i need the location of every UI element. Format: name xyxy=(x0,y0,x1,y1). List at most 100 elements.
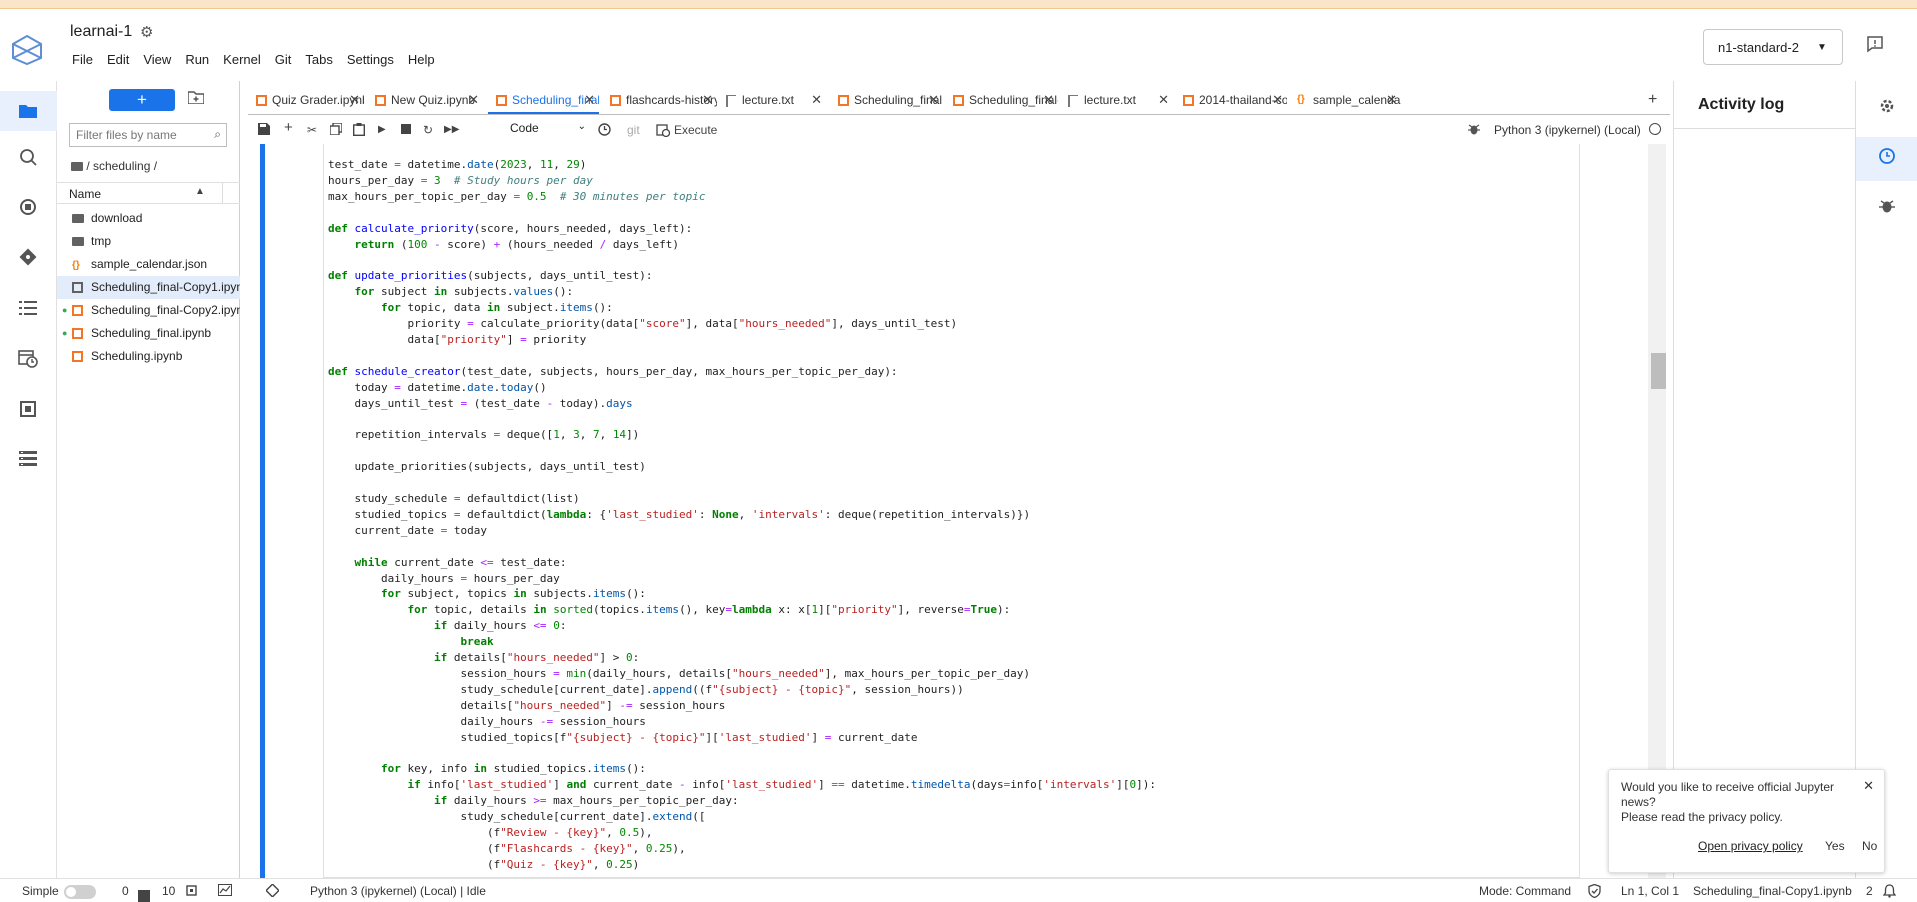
app-logo-icon[interactable] xyxy=(10,33,44,67)
code-line[interactable]: if details["hours_needed"] > 0: xyxy=(328,650,1156,666)
code-line[interactable]: if daily_hours >= max_hours_per_topic_pe… xyxy=(328,793,1156,809)
tab-9[interactable]: {} sample_calendar.j ✕ xyxy=(1289,87,1401,114)
close-icon[interactable]: ✕ xyxy=(1386,87,1397,113)
kernels-count[interactable]: 10 xyxy=(162,884,175,898)
dataproc-clusters-icon[interactable] xyxy=(14,445,42,473)
terminals-count[interactable]: 0 xyxy=(122,884,129,898)
code-line[interactable] xyxy=(328,252,1156,268)
code-line[interactable]: repetition_intervals = deque([1, 3, 7, 1… xyxy=(328,427,1156,443)
close-icon[interactable]: ✕ xyxy=(468,87,479,113)
code-line[interactable]: for topic, data in subject.items(): xyxy=(328,300,1156,316)
resource-usage-icon[interactable] xyxy=(218,884,232,899)
activity-history-icon[interactable] xyxy=(1874,147,1900,173)
code-line[interactable]: details["hours_needed"] -= session_hours xyxy=(328,698,1156,714)
code-line[interactable]: study_schedule[current_date].extend([ xyxy=(328,809,1156,825)
running-kernels-icon[interactable] xyxy=(14,193,42,221)
notebook-scrollbar[interactable] xyxy=(1648,144,1666,878)
close-icon[interactable]: ✕ xyxy=(1863,778,1874,794)
code-line[interactable]: current_date = today xyxy=(328,523,1156,539)
code-line[interactable]: daily_hours = hours_per_day xyxy=(328,571,1156,587)
code-line[interactable]: for key, info in studied_topics.items(): xyxy=(328,761,1156,777)
close-icon[interactable]: ✕ xyxy=(1043,87,1054,113)
insert-cell-icon[interactable]: + xyxy=(284,119,293,136)
code-line[interactable]: break xyxy=(328,634,1156,650)
cut-icon[interactable]: ✂ xyxy=(307,123,317,137)
code-line[interactable]: session_hours = min(daily_hours, details… xyxy=(328,666,1156,682)
kernel-status-text[interactable]: Python 3 (ipykernel) (Local) | Idle xyxy=(310,884,486,898)
simple-mode-toggle[interactable] xyxy=(64,885,96,899)
execute-scheduler-icon[interactable] xyxy=(656,123,671,140)
file-list-item[interactable]: download xyxy=(57,207,240,230)
feedback-icon[interactable] xyxy=(1866,35,1884,58)
code-line[interactable] xyxy=(328,412,1156,428)
clock-icon[interactable] xyxy=(598,123,611,139)
code-line[interactable] xyxy=(328,205,1156,221)
menu-git[interactable]: Git xyxy=(273,52,300,67)
code-line[interactable]: if daily_hours <= 0: xyxy=(328,618,1156,634)
cursor-position[interactable]: Ln 1, Col 1 xyxy=(1621,884,1679,898)
run-cell-icon[interactable]: ▶ xyxy=(378,124,386,135)
restart-run-all-icon[interactable]: ▶▶ xyxy=(444,124,459,135)
menu-view[interactable]: View xyxy=(141,52,179,67)
open-privacy-policy-link[interactable]: Open privacy policy xyxy=(1698,839,1803,853)
close-icon[interactable]: ✕ xyxy=(1158,87,1169,113)
debugger-bug-icon[interactable] xyxy=(1874,198,1900,224)
code-line[interactable]: test_date = datetime.date(2023, 11, 29) xyxy=(328,157,1156,173)
code-line[interactable]: today = datetime.date.today() xyxy=(328,380,1156,396)
tab-7[interactable]: lecture.txt ✕ xyxy=(1060,87,1173,114)
table-of-contents-icon[interactable] xyxy=(14,294,42,322)
workspace-settings-gear-icon[interactable]: ⚙ xyxy=(140,23,153,41)
code-line[interactable]: studied_topics[f"{subject} - {topic}"]['… xyxy=(328,730,1156,746)
menu-edit[interactable]: Edit xyxy=(105,52,137,67)
code-line[interactable]: priority = calculate_priority(data["scor… xyxy=(328,316,1156,332)
restart-kernel-icon[interactable]: ↻ xyxy=(423,123,433,137)
scheduler-calendar-icon[interactable] xyxy=(14,344,42,372)
execute-button[interactable]: Execute xyxy=(674,123,717,137)
code-line[interactable]: if info['last_studied'] and current_date… xyxy=(328,777,1155,793)
tab-5[interactable]: Scheduling_final.i ✕ xyxy=(830,87,943,114)
menu-help[interactable]: Help xyxy=(406,52,443,67)
menu-run[interactable]: Run xyxy=(183,52,217,67)
notebook-scrollbar-thumb[interactable] xyxy=(1651,353,1666,389)
code-line[interactable] xyxy=(328,539,1156,555)
debugger-bug-icon[interactable] xyxy=(1468,123,1480,138)
git-diff-button[interactable]: git xyxy=(627,123,640,137)
new-launcher-button[interactable]: + xyxy=(109,89,175,111)
code-line[interactable]: return (100 - score) + (hours_needed / d… xyxy=(328,237,1156,253)
tab-4[interactable]: lecture.txt ✕ xyxy=(718,87,826,114)
close-icon[interactable]: ✕ xyxy=(1272,87,1283,113)
notification-count[interactable]: 2 xyxy=(1866,884,1873,898)
menu-settings[interactable]: Settings xyxy=(345,52,402,67)
kernel-chip-icon[interactable] xyxy=(185,884,198,900)
tab-2[interactable]: Scheduling_final- ✕ xyxy=(488,87,599,114)
active-cell-indicator[interactable] xyxy=(260,144,265,878)
file-list-item[interactable]: tmp xyxy=(57,230,240,253)
extension-manager-icon[interactable] xyxy=(14,395,42,423)
tab-0[interactable]: Quiz Grader.ipynb ✕ xyxy=(248,87,364,114)
file-list-item[interactable]: Scheduling.ipynb xyxy=(57,345,240,368)
column-resize-handle[interactable] xyxy=(222,183,223,203)
code-line[interactable]: while current_date <= test_date: xyxy=(328,555,1156,571)
code-line[interactable]: for topic, details in sorted(topics.item… xyxy=(328,602,1156,618)
code-line[interactable]: (f"Review - {key}", 0.5), xyxy=(328,825,1156,841)
folder-icon[interactable] xyxy=(14,97,42,125)
code-line[interactable]: (f"Flashcards - {key}", 0.25), xyxy=(328,841,1156,857)
code-line[interactable]: study_schedule = defaultdict(list) xyxy=(328,491,1156,507)
code-line[interactable] xyxy=(328,475,1156,491)
cell-type-select[interactable]: Code ⌄ xyxy=(510,121,586,139)
interrupt-kernel-icon[interactable] xyxy=(401,123,411,137)
paste-icon[interactable] xyxy=(352,123,366,139)
git-branch-icon[interactable] xyxy=(265,883,280,900)
code-editor[interactable]: test_date = datetime.date(2023, 11, 29) h… xyxy=(328,157,1156,873)
tab-8[interactable]: 2014-thailand-coi ✕ xyxy=(1175,87,1287,114)
close-icon[interactable]: ✕ xyxy=(584,87,595,112)
file-list-item[interactable]: ● Scheduling_final-Copy2.ipynb xyxy=(57,299,240,322)
close-icon[interactable]: ✕ xyxy=(702,87,713,113)
code-line[interactable]: daily_hours -= session_hours xyxy=(328,714,1156,730)
code-line[interactable]: for subject, topics in subjects.items(): xyxy=(328,586,1156,602)
name-column-header[interactable]: Name ▲ xyxy=(57,182,240,204)
property-inspector-gears-icon[interactable] xyxy=(1874,97,1900,123)
code-line[interactable]: def update_priorities(subjects, days_unt… xyxy=(328,268,1156,284)
tab-6[interactable]: Scheduling_final-(✕ xyxy=(945,87,1058,114)
kernel-name-button[interactable]: Python 3 (ipykernel) (Local) xyxy=(1494,123,1641,137)
